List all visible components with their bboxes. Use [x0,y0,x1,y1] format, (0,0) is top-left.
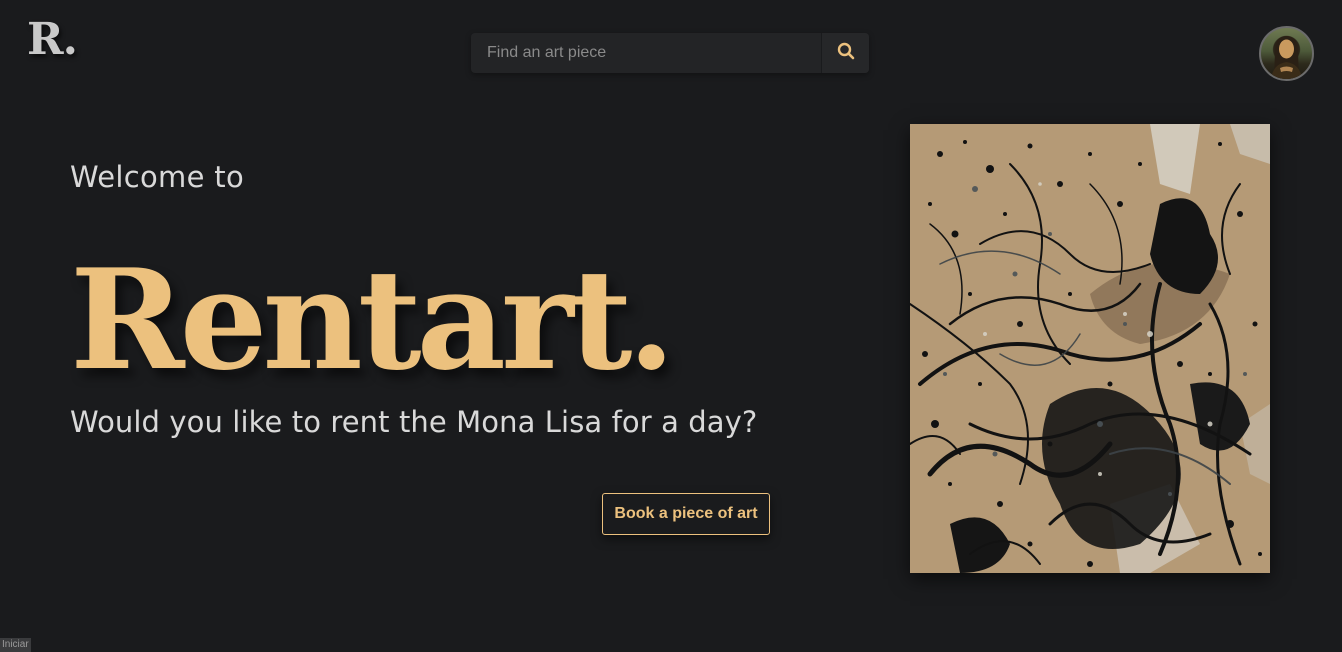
search-input[interactable] [471,33,821,73]
welcome-text: Welcome to [70,160,244,194]
user-avatar[interactable] [1259,26,1314,81]
hero-tagline: Would you like to rent the Mona Lisa for… [70,405,758,439]
search-icon [837,42,855,65]
search-button[interactable] [821,33,869,73]
site-logo[interactable]: R. [27,14,78,66]
landing-page: R. Welcome to Rentart. Would you like to… [0,0,1342,652]
search-bar [471,33,869,73]
featured-artwork-image [910,124,1270,573]
hero-title: Rentart. [70,238,675,401]
status-tag: Iniciar [0,638,31,652]
book-art-button[interactable]: Book a piece of art [602,493,770,535]
